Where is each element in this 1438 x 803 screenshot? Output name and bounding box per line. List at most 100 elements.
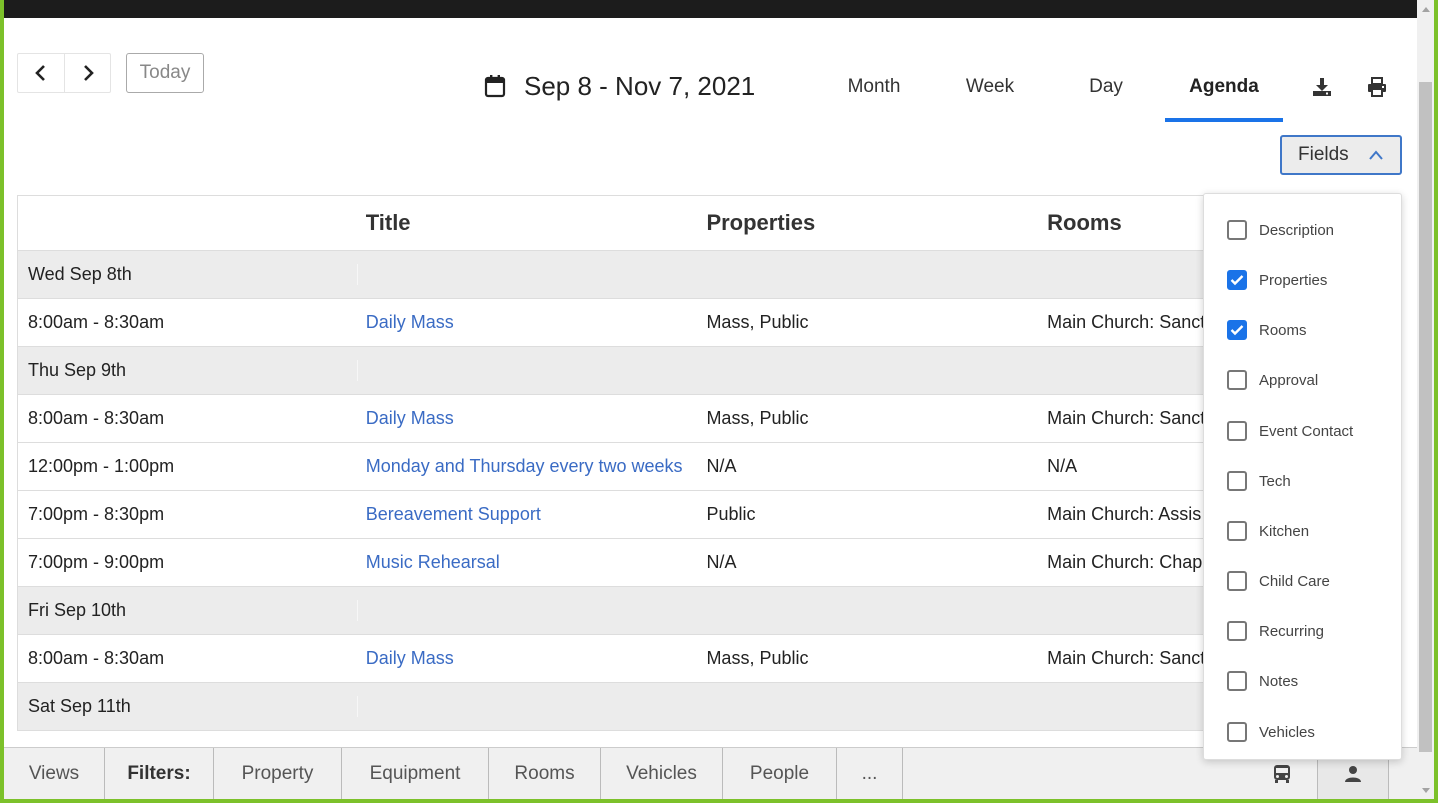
filter-more[interactable]: ... <box>837 748 903 799</box>
field-option-description[interactable]: Description <box>1227 218 1334 242</box>
field-option-tech[interactable]: Tech <box>1227 469 1291 493</box>
checkbox[interactable] <box>1227 421 1247 441</box>
field-option-label: Approval <box>1259 371 1319 389</box>
field-option-event-contact[interactable]: Event Contact <box>1227 419 1353 443</box>
event-rooms: Main Church: Sanct <box>1047 408 1206 428</box>
header-properties[interactable]: Properties <box>698 210 1039 236</box>
field-option-label: Properties <box>1259 271 1328 289</box>
field-option-label: Child Care <box>1259 572 1330 590</box>
table-row[interactable]: 12:00pm - 1:00pm Monday and Thursday eve… <box>18 443 1217 491</box>
event-properties: Public <box>706 504 756 524</box>
field-option-kitchen[interactable]: Kitchen <box>1227 519 1309 543</box>
filter-people[interactable]: People <box>723 748 837 799</box>
chevron-up-icon <box>1369 150 1383 160</box>
scrollbar[interactable] <box>1417 0 1434 799</box>
tab-agenda[interactable]: Agenda <box>1165 70 1283 122</box>
print-icon <box>1368 77 1386 97</box>
tab-month[interactable]: Month <box>818 70 930 122</box>
views-button[interactable]: Views <box>4 748 105 799</box>
field-option-properties[interactable]: Properties <box>1227 268 1327 292</box>
scroll-down-arrow[interactable] <box>1417 781 1434 799</box>
checkbox[interactable] <box>1227 471 1247 491</box>
next-button[interactable] <box>64 54 110 92</box>
event-time: 7:00pm - 9:00pm <box>28 552 165 572</box>
event-properties: N/A <box>706 552 737 572</box>
event-title-link[interactable]: Monday and Thursday every two weeks <box>358 456 699 477</box>
scroll-up-arrow[interactable] <box>1417 0 1434 18</box>
date-nav-group <box>17 53 111 93</box>
event-title-link[interactable]: Daily Mass <box>358 648 699 669</box>
table-row[interactable]: 8:00am - 8:30am Daily Mass Mass, Public … <box>18 635 1217 683</box>
day-row: Wed Sep 8th <box>18 251 1217 299</box>
day-row: Thu Sep 9th <box>18 347 1217 395</box>
bus-icon <box>1274 765 1290 783</box>
event-properties: Mass, Public <box>706 312 809 332</box>
checkbox[interactable] <box>1227 671 1247 691</box>
filter-equipment[interactable]: Equipment <box>342 748 489 799</box>
table-row[interactable]: 7:00pm - 9:00pm Music Rehearsal N/A Main… <box>18 539 1217 587</box>
checkbox-checked[interactable] <box>1227 320 1247 340</box>
fields-button[interactable]: Fields <box>1280 135 1402 175</box>
field-option-approval[interactable]: Approval <box>1227 368 1318 392</box>
day-row: Sat Sep 11th <box>18 683 1217 731</box>
event-time: 8:00am - 8:30am <box>28 408 165 428</box>
field-option-label: Event Contact <box>1259 422 1354 440</box>
field-option-rooms[interactable]: Rooms <box>1227 318 1307 342</box>
header-rooms[interactable]: Rooms <box>1039 210 1217 236</box>
event-title-link[interactable]: Bereavement Support <box>358 504 699 525</box>
fields-button-label: Fields <box>1298 144 1349 165</box>
prev-button[interactable] <box>18 54 64 92</box>
event-properties: Mass, Public <box>706 408 809 428</box>
print-button[interactable] <box>1366 76 1388 98</box>
today-button[interactable]: Today <box>126 53 204 93</box>
app-window: Today Sep 8 - Nov 7, 2021 Month Week Day… <box>4 0 1434 799</box>
header-title[interactable]: Title <box>358 210 699 236</box>
table-row[interactable]: 8:00am - 8:30am Daily Mass Mass, Public … <box>18 395 1217 443</box>
field-option-label: Kitchen <box>1259 522 1310 540</box>
checkbox[interactable] <box>1227 521 1247 541</box>
checkbox[interactable] <box>1227 370 1247 390</box>
field-option-label: Description <box>1259 221 1335 239</box>
event-properties: Mass, Public <box>706 648 809 668</box>
filters-label: Filters: <box>105 748 214 799</box>
download-button[interactable] <box>1311 76 1333 98</box>
event-title-link[interactable]: Daily Mass <box>358 408 699 429</box>
table-row[interactable]: 7:00pm - 8:30pm Bereavement Support Publ… <box>18 491 1217 539</box>
person-icon <box>1345 766 1361 782</box>
checkbox[interactable] <box>1227 722 1247 742</box>
event-rooms: Main Church: Assis <box>1047 504 1202 524</box>
checkbox[interactable] <box>1227 621 1247 641</box>
field-option-vehicles[interactable]: Vehicles <box>1227 720 1315 744</box>
table-header: Title Properties Rooms <box>18 196 1217 251</box>
filter-property[interactable]: Property <box>214 748 342 799</box>
checkbox-checked[interactable] <box>1227 270 1247 290</box>
checkmark-icon <box>1230 325 1244 336</box>
field-option-label: Vehicles <box>1259 723 1315 741</box>
chevron-left-icon <box>35 65 45 81</box>
event-title-link[interactable]: Daily Mass <box>358 312 699 333</box>
event-time: 7:00pm - 8:30pm <box>28 504 165 524</box>
tab-day[interactable]: Day <box>1050 70 1162 122</box>
day-label: Thu Sep 9th <box>18 360 358 381</box>
filter-vehicles[interactable]: Vehicles <box>601 748 723 799</box>
checkmark-icon <box>1230 275 1244 286</box>
event-rooms: Main Church: Chap <box>1047 552 1203 572</box>
field-option-child-care[interactable]: Child Care <box>1227 569 1330 593</box>
table-row[interactable]: 8:00am - 8:30am Daily Mass Mass, Public … <box>18 299 1217 347</box>
checkbox[interactable] <box>1227 571 1247 591</box>
day-row: Fri Sep 10th <box>18 587 1217 635</box>
event-time: 8:00am - 8:30am <box>28 648 165 668</box>
filter-rooms[interactable]: Rooms <box>489 748 601 799</box>
download-icon <box>1313 78 1331 96</box>
scroll-thumb[interactable] <box>1419 82 1432 752</box>
field-option-recurring[interactable]: Recurring <box>1227 619 1324 643</box>
field-option-notes[interactable]: Notes <box>1227 669 1298 693</box>
day-label: Fri Sep 10th <box>18 600 358 621</box>
event-title-link[interactable]: Music Rehearsal <box>358 552 699 573</box>
checkbox[interactable] <box>1227 220 1247 240</box>
field-option-label: Notes <box>1259 672 1299 690</box>
event-rooms: Main Church: Sanct <box>1047 312 1206 332</box>
top-bar <box>4 0 1417 18</box>
tab-week[interactable]: Week <box>934 70 1046 122</box>
field-option-label: Tech <box>1259 472 1291 490</box>
